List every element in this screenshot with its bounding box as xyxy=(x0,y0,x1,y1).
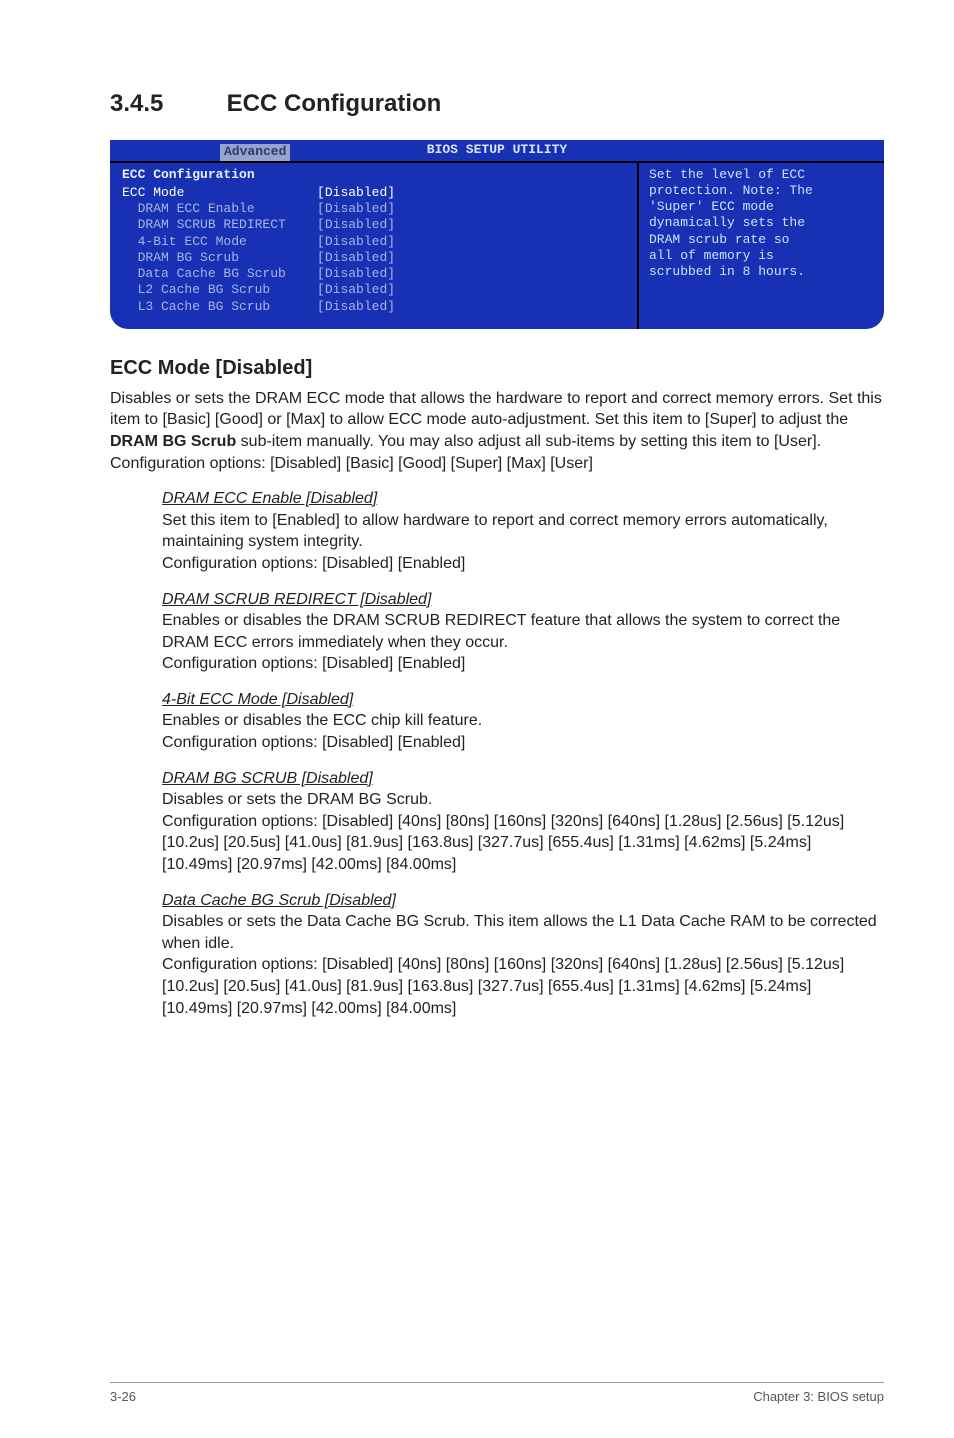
bios-help-line: protection. Note: The xyxy=(649,183,874,199)
bios-item[interactable]: DRAM SCRUB REDIRECT [Disabled] xyxy=(122,217,629,233)
section-number: 3.4.5 xyxy=(110,90,220,118)
bios-help-line: dynamically sets the xyxy=(649,215,874,231)
sub-item: DRAM ECC Enable [Disabled]Set this item … xyxy=(162,488,884,574)
sub-item-body: Configuration options: [Disabled] [Enabl… xyxy=(162,732,884,754)
bios-item-list: ECC Mode [Disabled] DRAM ECC Enable [Dis… xyxy=(122,185,629,315)
bios-panel: BIOS SETUP UTILITY Advanced ECC Configur… xyxy=(110,140,884,329)
ecc-mode-body: Disables or sets the DRAM ECC mode that … xyxy=(110,388,884,474)
page-footer: 3-26 Chapter 3: BIOS setup xyxy=(110,1382,884,1404)
bios-help-line: 'Super' ECC mode xyxy=(649,199,874,215)
sub-item: Data Cache BG Scrub [Disabled]Disables o… xyxy=(162,890,884,1020)
sub-item-body: Set this item to [Enabled] to allow hard… xyxy=(162,510,884,553)
sub-item-body: Disables or sets the Data Cache BG Scrub… xyxy=(162,911,884,954)
sub-item-body: Enables or disables the ECC chip kill fe… xyxy=(162,710,884,732)
bios-help-pane: Set the level of ECCprotection. Note: Th… xyxy=(639,163,884,329)
bios-item[interactable]: L2 Cache BG Scrub [Disabled] xyxy=(122,282,629,298)
bios-item[interactable]: Data Cache BG Scrub [Disabled] xyxy=(122,266,629,282)
bios-help-line: scrubbed in 8 hours. xyxy=(649,264,874,280)
sub-item-title: DRAM BG SCRUB [Disabled] xyxy=(162,768,884,790)
bios-item[interactable]: DRAM ECC Enable [Disabled] xyxy=(122,201,629,217)
bios-help-line: DRAM scrub rate so xyxy=(649,232,874,248)
section-heading: 3.4.5 ECC Configuration xyxy=(110,90,884,118)
sub-item-title: 4-Bit ECC Mode [Disabled] xyxy=(162,689,884,711)
sub-item: DRAM SCRUB REDIRECT [Disabled]Enables or… xyxy=(162,589,884,675)
sub-item-body: Configuration options: [Disabled] [40ns]… xyxy=(162,811,884,876)
sub-item-body: Disables or sets the DRAM BG Scrub. xyxy=(162,789,884,811)
sub-item-body: Configuration options: [Disabled] [Enabl… xyxy=(162,653,884,675)
chapter-label: Chapter 3: BIOS setup xyxy=(753,1389,884,1404)
bios-help-line: all of memory is xyxy=(649,248,874,264)
bios-item[interactable]: ECC Mode [Disabled] xyxy=(122,185,629,201)
sub-item-body: Configuration options: [Disabled] [40ns]… xyxy=(162,954,884,1019)
bios-left-pane: ECC Configuration ECC Mode [Disabled] DR… xyxy=(110,163,639,329)
bios-subheading: ECC Configuration xyxy=(122,167,629,183)
bios-item[interactable]: L3 Cache BG Scrub [Disabled] xyxy=(122,299,629,315)
ecc-mode-heading: ECC Mode [Disabled] xyxy=(110,357,884,380)
sub-item: 4-Bit ECC Mode [Disabled]Enables or disa… xyxy=(162,689,884,754)
bios-item[interactable]: 4-Bit ECC Mode [Disabled] xyxy=(122,234,629,250)
sub-item-body: Configuration options: [Disabled] [Enabl… xyxy=(162,553,884,575)
bios-item[interactable]: DRAM BG Scrub [Disabled] xyxy=(122,250,629,266)
sub-item-title: DRAM ECC Enable [Disabled] xyxy=(162,488,884,510)
section-title: ECC Configuration xyxy=(227,90,442,117)
bios-help-line: Set the level of ECC xyxy=(649,167,874,183)
sub-item-body: Enables or disables the DRAM SCRUB REDIR… xyxy=(162,610,884,653)
sub-item-title: Data Cache BG Scrub [Disabled] xyxy=(162,890,884,912)
sub-item: DRAM BG SCRUB [Disabled]Disables or sets… xyxy=(162,768,884,876)
bios-tab-advanced[interactable]: Advanced xyxy=(220,144,290,160)
sub-item-title: DRAM SCRUB REDIRECT [Disabled] xyxy=(162,589,884,611)
page-number: 3-26 xyxy=(110,1389,136,1404)
